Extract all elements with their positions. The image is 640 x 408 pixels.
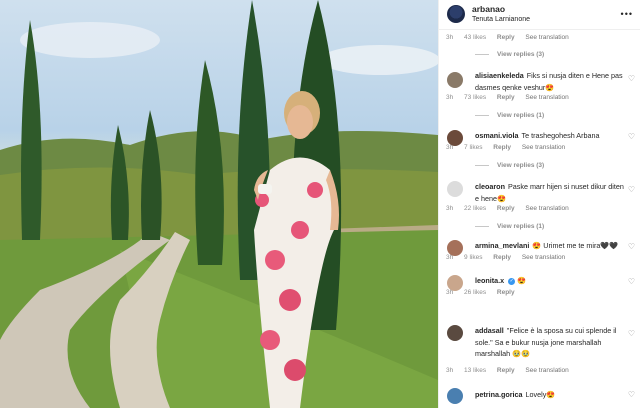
view-replies-label: View replies (1) [497, 223, 545, 230]
reply-button[interactable]: Reply [497, 289, 515, 296]
comment-meta: 3h 7 likes Reply See translation [446, 144, 574, 151]
see-translation-link[interactable]: See translation [522, 144, 565, 151]
photo-scene [0, 0, 438, 408]
divider [475, 54, 489, 55]
reply-button[interactable]: Reply [493, 254, 511, 261]
view-replies-button[interactable]: View replies (1) [475, 223, 544, 230]
comment-body: addasall "Felice è la sposa su cui splend… [475, 325, 625, 360]
view-replies-button[interactable]: View replies (3) [475, 51, 544, 58]
post-photo[interactable] [0, 0, 438, 408]
heart-icon[interactable]: ♡ [628, 132, 635, 141]
post-location[interactable]: Tenuta Larnianone [472, 16, 530, 23]
view-replies-label: View replies (3) [497, 51, 545, 58]
comment-username[interactable]: alisiaenkeleda [475, 71, 524, 80]
reply-button[interactable]: Reply [497, 94, 515, 101]
comment-meta: 3h 9 likes Reply See translation [446, 254, 574, 261]
avatar[interactable] [447, 5, 465, 23]
comment-meta: 3h 43 likes Reply See translation [446, 34, 578, 41]
comment-username[interactable]: armina_mevlani [475, 241, 529, 250]
comment-text: 😍 Urimet me te mira🖤🖤 [532, 241, 619, 250]
heart-icon[interactable]: ♡ [628, 277, 635, 286]
view-replies-label: View replies (3) [497, 162, 545, 169]
view-replies-button[interactable]: View replies (1) [475, 112, 544, 119]
comment-likes[interactable]: 22 likes [464, 205, 486, 212]
comment-body: petrina.gorica Lovely😍 [475, 389, 625, 401]
comments-panel: arbanao Tenuta Larnianone ••• 3h 43 like… [438, 0, 640, 408]
comment-body: osmani.viola Te trashegohesh Arbana [475, 130, 625, 142]
comment-age: 3h [446, 205, 454, 212]
comment-age: 3h [446, 367, 454, 374]
avatar[interactable] [447, 181, 463, 197]
post-header: arbanao Tenuta Larnianone ••• [439, 0, 640, 30]
comment-likes[interactable]: 73 likes [464, 94, 486, 101]
comment-likes[interactable]: 13 likes [464, 367, 486, 374]
comment-body: leonita.x ✓ 😍 [475, 275, 625, 287]
post-username[interactable]: arbanao [472, 4, 505, 14]
reply-button[interactable]: Reply [497, 34, 515, 41]
comment-likes[interactable]: 7 likes [464, 144, 482, 151]
reply-button[interactable]: Reply [493, 144, 511, 151]
comment-username[interactable]: osmani.viola [475, 131, 519, 140]
comment-age: 3h [446, 144, 454, 151]
verified-icon: ✓ [508, 277, 516, 285]
comment-meta: 3h 73 likes Reply See translation [446, 94, 578, 101]
see-translation-link[interactable]: See translation [522, 254, 565, 261]
comment-age: 3h [446, 254, 454, 261]
heart-icon[interactable]: ♡ [628, 74, 635, 83]
comment-username[interactable]: cleoaron [475, 182, 505, 191]
heart-icon[interactable]: ♡ [628, 390, 635, 399]
see-translation-link[interactable]: See translation [525, 34, 568, 41]
heart-icon[interactable]: ♡ [628, 329, 635, 338]
heart-icon[interactable]: ♡ [628, 185, 635, 194]
comment-text: 😍 [517, 276, 527, 285]
comment-text: Te trashegohesh Arbana [521, 131, 600, 140]
divider [475, 226, 489, 227]
comment-meta: 3h 22 likes Reply See translation [446, 205, 578, 212]
see-translation-link[interactable]: See translation [525, 94, 568, 101]
reply-button[interactable]: Reply [497, 205, 515, 212]
divider [475, 165, 489, 166]
comment-age: 3h [446, 289, 454, 296]
comment-meta: 3h 13 likes Reply See translation [446, 367, 578, 374]
see-translation-link[interactable]: See translation [525, 367, 568, 374]
comment-likes[interactable]: 9 likes [464, 254, 482, 261]
heart-icon[interactable]: ♡ [628, 242, 635, 251]
see-translation-link[interactable]: See translation [525, 205, 568, 212]
comment-likes[interactable]: 43 likes [464, 34, 486, 41]
comment-username[interactable]: petrina.gorica [475, 390, 523, 399]
comment-age: 3h [446, 34, 454, 41]
comment-text: Lovely😍 [525, 390, 556, 399]
avatar[interactable] [447, 325, 463, 341]
avatar[interactable] [447, 72, 463, 88]
view-replies-button[interactable]: View replies (3) [475, 162, 544, 169]
view-replies-label: View replies (1) [497, 112, 545, 119]
comment-body: alisiaenkeleda Fiks si nusja diten e Hene… [475, 70, 625, 93]
comment-username[interactable]: leonita.x [475, 276, 504, 285]
divider [475, 115, 489, 116]
avatar[interactable] [447, 388, 463, 404]
comment-likes[interactable]: 26 likes [464, 289, 486, 296]
comment-meta: 3h 26 likes Reply [446, 289, 524, 296]
comment-username[interactable]: addasall [475, 326, 504, 335]
reply-button[interactable]: Reply [497, 367, 515, 374]
comment-age: 3h [446, 94, 454, 101]
comment-body: armina_mevlani 😍 Urimet me te mira🖤🖤 [475, 240, 625, 252]
more-icon[interactable]: ••• [621, 9, 633, 19]
comment-body: cleoaron Paske marr hijen si nuset dikur … [475, 181, 625, 204]
